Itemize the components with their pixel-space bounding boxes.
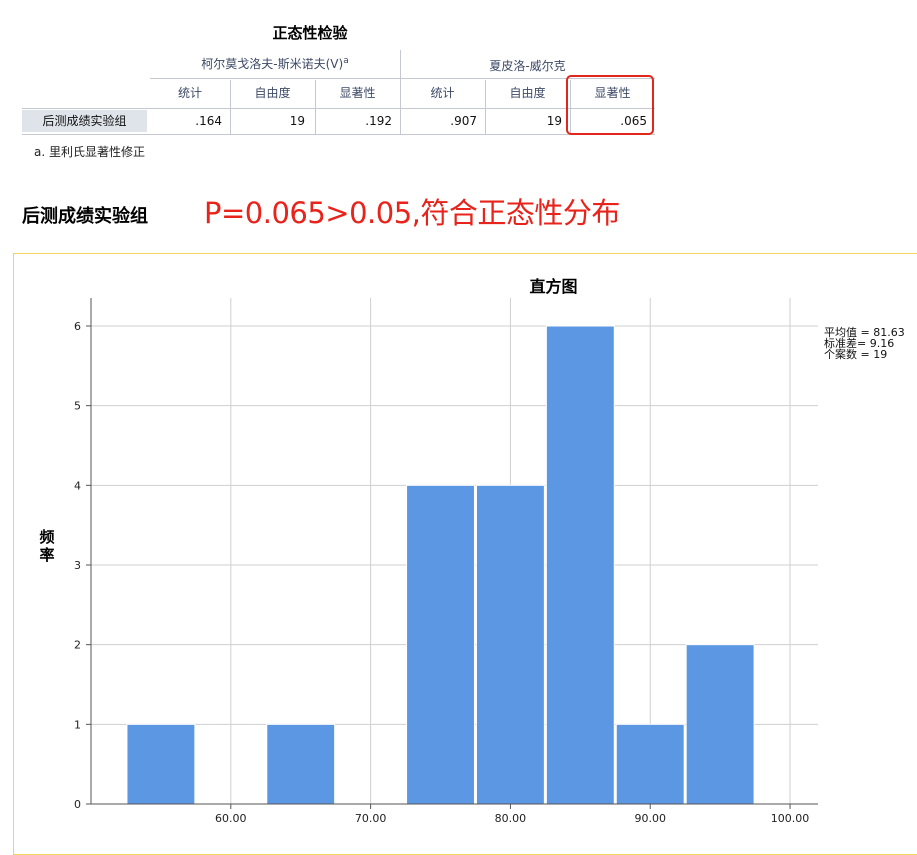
histogram-bar xyxy=(685,644,755,805)
histogram: 0 1 2 3 4 5 6 60.00 70.00 80.00 90.00 100.00 xyxy=(74,298,818,825)
histogram-bar xyxy=(406,484,475,805)
y-tick-label: 4 xyxy=(74,479,81,492)
histogram-bar xyxy=(126,723,196,805)
x-tick-label: 80.00 xyxy=(495,812,527,825)
y-tick-label: 3 xyxy=(74,559,81,572)
y-axis-label: 频率 xyxy=(39,528,55,564)
x-tick-label: 60.00 xyxy=(215,812,247,825)
histogram-bar xyxy=(545,325,615,805)
y-tick-label: 1 xyxy=(74,718,81,731)
x-tick-label: 70.00 xyxy=(355,812,387,825)
stats-n: 个案数 = 19 xyxy=(824,348,888,361)
y-tick-label: 5 xyxy=(74,400,81,413)
histogram-bar xyxy=(266,723,336,805)
stats-box: 平均值 = 81.63 标准差= 9.16 个案数 = 19 xyxy=(824,327,905,360)
y-tick-label: 0 xyxy=(74,798,81,811)
histogram-bar xyxy=(475,484,545,805)
y-tick-label: 2 xyxy=(74,639,81,652)
y-tick-label: 6 xyxy=(74,320,81,333)
x-tick-label: 100.00 xyxy=(771,812,810,825)
x-tick-label: 90.00 xyxy=(634,812,666,825)
histogram-bar xyxy=(615,723,685,805)
